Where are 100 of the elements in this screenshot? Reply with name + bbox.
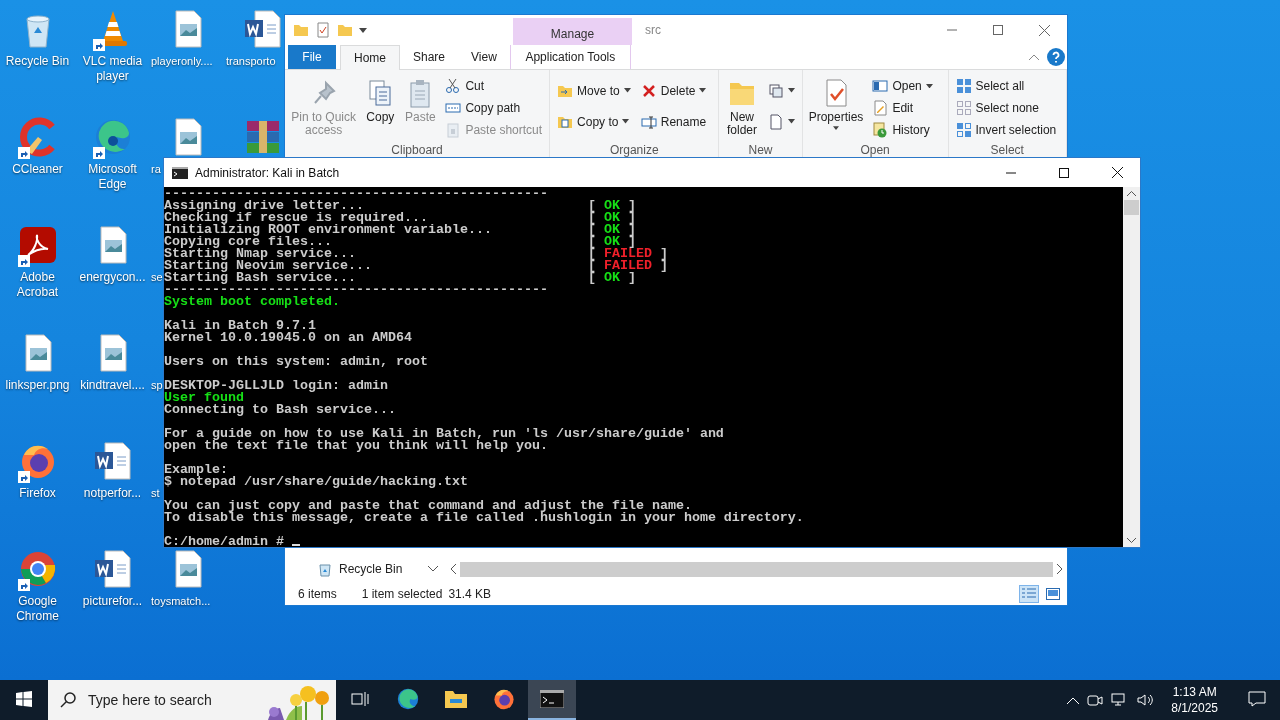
selection-count: 1 item selected <box>361 587 443 601</box>
ribbon-button[interactable]: History <box>869 119 936 141</box>
status-result: OK <box>603 222 620 237</box>
desktop-icon-label[interactable]: linksper.png <box>2 378 73 393</box>
pdf-icon[interactable] <box>17 225 58 265</box>
desktop-icon-label[interactable]: sp <box>150 378 163 393</box>
window-title: src <box>644 23 662 37</box>
context-tab-header: Manage <box>513 18 632 45</box>
console-line: Connecting to Bash service... <box>164 402 396 417</box>
browser-icon[interactable] <box>396 687 420 711</box>
console-line: For a guide on how to use Kali in Batch, run 'ls /usr/share/guide' and <box>164 426 724 441</box>
clock[interactable]: 1:13 AM 8/1/2025 <box>1163 684 1226 716</box>
desktop-icon-label[interactable]: playeronly.... <box>150 54 213 69</box>
console-line: Assigning drive letter... <box>164 198 364 213</box>
console-line: System boot completed. <box>164 294 340 309</box>
scrollbar-thumb[interactable] <box>460 561 1053 577</box>
desktop-icon-label[interactable]: notperfor... <box>80 486 145 501</box>
folder-icon <box>337 22 353 38</box>
new-item-icon <box>767 82 784 99</box>
group-label: Open <box>859 143 891 159</box>
rename-icon <box>640 113 657 130</box>
ribbon-button[interactable]: Move to <box>554 79 634 102</box>
desktop-icon-label[interactable]: VLC media player <box>75 54 150 84</box>
scrollbar-thumb[interactable] <box>1124 200 1139 215</box>
scroll-down-icon[interactable] <box>1127 538 1136 543</box>
caret-icon <box>359 27 367 33</box>
console-line: You can just copy and paste that command and adjust the file name. <box>164 498 692 513</box>
speech-bubble-icon <box>1248 691 1266 707</box>
ribbon-button[interactable]: Edit <box>869 97 936 119</box>
desktop-icon-label[interactable]: Microsoft Edge <box>75 162 150 192</box>
item-count: 6 items <box>298 587 337 601</box>
desktop-icon-label[interactable]: Google Chrome <box>0 594 75 624</box>
ribbon-button[interactable]: Copy <box>362 73 399 143</box>
desktop-icon-label[interactable]: Firefox <box>16 486 59 501</box>
desktop-icon-label[interactable]: st <box>150 486 160 501</box>
ribbon-button[interactable]: Copy path <box>442 97 546 119</box>
chevron-up-icon[interactable] <box>1067 696 1080 704</box>
desktop-icon-label[interactable]: kindtravel.... <box>77 378 148 393</box>
ribbon-button[interactable]: Copy to <box>554 110 634 133</box>
ribbon-tab[interactable]: Share <box>400 45 459 69</box>
ribbon-button[interactable]: Select none <box>952 97 1060 119</box>
help-icon[interactable] <box>1047 48 1065 66</box>
document-icon[interactable] <box>92 549 133 589</box>
desktop-icon-label[interactable]: picturefor... <box>79 594 146 609</box>
document-icon[interactable] <box>242 9 283 49</box>
ribbon-button[interactable]: New folder <box>723 73 761 143</box>
ribbon-button[interactable]: Select all <box>952 75 1060 97</box>
ribbon-button[interactable]: Delete <box>637 79 710 102</box>
paste-icon <box>445 122 462 138</box>
text-cursor <box>292 544 300 546</box>
windows-logo-icon <box>16 691 32 707</box>
divider-line: ------------------------------------------------ <box>164 187 548 201</box>
invert-selection-icon <box>955 122 972 138</box>
collapse-ribbon-icon[interactable] <box>1029 54 1039 60</box>
scroll-down-icon[interactable] <box>428 566 438 572</box>
desktop-icon-label[interactable]: energycon... <box>76 270 149 285</box>
status-result: FAILED <box>603 258 652 273</box>
desktop-icon-label[interactable]: toysmatch... <box>150 594 211 609</box>
ribbon-button[interactable]: Properties <box>806 73 866 143</box>
ribbon-tab[interactable]: View <box>458 45 510 69</box>
document-icon[interactable] <box>92 441 133 481</box>
desktop-icon-label[interactable]: CCleaner <box>9 162 66 177</box>
ribbon-button[interactable]: Invert selection <box>952 119 1060 141</box>
ribbon-button[interactable]: Rename <box>637 110 710 133</box>
task-view-icon[interactable] <box>351 691 369 707</box>
desktop-icon-label[interactable]: se <box>150 270 163 285</box>
desktop-icon-label[interactable]: Adobe Acrobat <box>0 270 75 300</box>
ribbon-tab[interactable]: File <box>288 45 336 69</box>
desktop-icon-label[interactable]: Recycle Bin <box>2 54 73 69</box>
ribbon-button[interactable]: Cut <box>442 75 546 97</box>
group-label: Select <box>989 143 1025 159</box>
bracket: ] <box>627 198 636 213</box>
volume-icon[interactable] <box>1137 693 1156 707</box>
console-line: DESKTOP-JGLLJLD login: admin <box>164 378 388 393</box>
nav-item[interactable]: Recycle Bin <box>339 562 403 576</box>
folder-icon[interactable] <box>444 689 468 709</box>
ribbon-button[interactable]: Open <box>869 75 936 97</box>
large-icons-view-button[interactable] <box>1043 585 1063 603</box>
search-icon <box>60 692 76 708</box>
ribbon-tab[interactable]: Home <box>340 45 400 70</box>
selection-size: 31.4 KB <box>448 587 492 601</box>
browser-icon[interactable] <box>492 687 516 711</box>
camera-icon[interactable] <box>1087 693 1104 707</box>
status-result: OK <box>603 234 620 249</box>
taskbar-app-button[interactable] <box>528 680 576 720</box>
terminal-icon[interactable] <box>540 690 564 708</box>
select-all-icon <box>955 78 972 94</box>
scroll-right-icon[interactable] <box>1057 564 1063 574</box>
status-result: OK <box>603 270 620 285</box>
command-prompt: C:/home/admin # <box>164 534 284 547</box>
close-icon <box>1038 24 1050 36</box>
terminal-icon <box>172 166 188 179</box>
maximize-icon <box>1059 167 1069 178</box>
console-line: Example: <box>164 462 228 477</box>
scroll-left-icon[interactable] <box>450 564 456 574</box>
scroll-up-icon[interactable] <box>1127 191 1136 196</box>
window-title: Administrator: Kali in Batch <box>195 165 341 180</box>
ribbon-tab[interactable]: Application Tools <box>509 45 631 69</box>
desktop-icon-label[interactable]: transporto <box>225 54 276 69</box>
desktop-icon-label[interactable]: ra <box>150 162 161 177</box>
